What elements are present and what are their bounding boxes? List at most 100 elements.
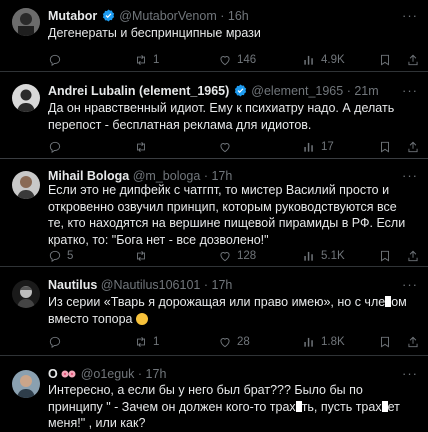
views-button[interactable]: 1.8K <box>302 334 345 350</box>
heart-icon <box>220 338 230 348</box>
tweet[interactable]: Andrei Lubalin (element_1965) @element_1… <box>0 72 428 159</box>
more-options-icon[interactable]: ··· <box>402 367 417 383</box>
tweet[interactable]: O @o1eguk · 17h ··· Интересно, а если бы… <box>0 356 428 430</box>
tweet-actions: 17 <box>48 139 420 155</box>
avatar[interactable] <box>12 8 40 36</box>
tweet-time[interactable]: 21m <box>354 84 378 98</box>
reply-count: 5 <box>67 250 74 262</box>
tweet-header: O @o1eguk · 17h <box>48 366 398 382</box>
separator-dot: · <box>220 9 225 23</box>
like-button[interactable]: 28 <box>218 334 250 350</box>
separator-dot: · <box>346 84 351 98</box>
tweet-text: Интересно, а если бы у него был брат??? … <box>48 382 414 432</box>
like-button[interactable]: 146 <box>218 52 256 68</box>
author-name[interactable]: Nautilus <box>48 278 97 292</box>
author-name[interactable]: O <box>48 367 58 381</box>
tweet-actions: 1 28 1.8K <box>48 334 420 350</box>
retweet-count: 1 <box>153 54 160 66</box>
reply-button[interactable] <box>48 334 67 350</box>
grinning-sweat-emoji-icon <box>135 312 148 325</box>
views-chart-icon <box>304 142 313 152</box>
reply-button[interactable] <box>48 139 67 155</box>
avatar[interactable] <box>12 280 40 308</box>
retweet-button[interactable]: 1 <box>134 52 159 68</box>
verified-badge-icon <box>234 84 247 99</box>
views-button[interactable]: 5.1K <box>302 248 345 264</box>
heart-icon <box>220 56 230 66</box>
tweet[interactable]: Mutabor @MutaborVenom · 16h ··· Дегенера… <box>0 0 428 72</box>
verified-badge-icon <box>102 9 115 24</box>
tweet-time[interactable]: 17h <box>212 278 233 292</box>
view-count: 4.9K <box>321 54 345 66</box>
view-count: 17 <box>321 141 334 153</box>
heart-icon <box>220 252 230 262</box>
author-name[interactable]: Mutabor <box>48 9 97 23</box>
tweet-time[interactable]: 17h <box>146 367 167 381</box>
bookmark-icon[interactable] <box>378 335 392 349</box>
separator-dot: · <box>203 169 208 183</box>
tweet[interactable]: Mihail Bologa @m_bologa · 17h ··· Если э… <box>0 159 428 267</box>
author-handle[interactable]: @Nautilus106101 <box>101 278 201 292</box>
author-name[interactable]: Mihail Bologa <box>48 169 129 183</box>
tweet-time[interactable]: 16h <box>228 9 249 23</box>
avatar[interactable] <box>12 171 40 199</box>
tweet-text: Из серии «Тварь я дорожащая или право им… <box>48 294 414 327</box>
tweet-actions: 5 128 5.1K <box>48 248 420 264</box>
flower-emoji-icon <box>61 367 77 381</box>
reply-icon <box>49 54 61 67</box>
retweet-button[interactable] <box>134 139 153 155</box>
tweet[interactable]: Nautilus @Nautilus106101 · 17h ··· Из се… <box>0 267 428 356</box>
retweet-icon <box>137 251 145 261</box>
views-chart-icon <box>304 337 313 347</box>
tweet-actions: 1 146 4.9K <box>48 52 420 68</box>
author-handle[interactable]: @MutaborVenom <box>119 9 216 23</box>
tweet-time[interactable]: 17h <box>211 169 232 183</box>
avatar[interactable] <box>12 84 40 112</box>
retweet-icon <box>137 55 145 65</box>
separator-dot: · <box>203 278 209 292</box>
bookmark-icon[interactable] <box>378 53 392 67</box>
reply-icon <box>49 250 61 263</box>
retweet-icon <box>137 337 145 347</box>
reply-button[interactable] <box>48 52 67 68</box>
share-icon[interactable] <box>406 53 420 67</box>
retweet-icon <box>137 142 145 152</box>
like-button[interactable] <box>218 139 237 155</box>
like-button[interactable]: 128 <box>218 248 256 264</box>
avatar[interactable] <box>12 370 40 398</box>
separator-dot: · <box>137 367 143 381</box>
author-handle[interactable]: @m_bologa <box>133 169 201 183</box>
share-icon[interactable] <box>406 140 420 154</box>
views-chart-icon <box>304 55 313 65</box>
author-name[interactable]: Andrei Lubalin (element_1965) <box>48 84 229 98</box>
like-count: 146 <box>237 54 257 66</box>
tweet-text: Да он нравственный идиот. Ему к психиатр… <box>48 101 395 132</box>
reply-icon <box>49 336 61 349</box>
heart-icon <box>220 143 230 153</box>
reply-icon <box>49 141 61 154</box>
view-count: 5.1K <box>321 250 345 262</box>
retweet-button[interactable]: 1 <box>134 334 159 350</box>
tweet-text-part: ть, пусть трах <box>301 399 382 414</box>
tweet-header: Nautilus @Nautilus106101 · 17h <box>48 277 398 293</box>
bookmark-icon[interactable] <box>378 140 392 154</box>
tweet-text: Если это не дипфейк с чатгпт, то мистер … <box>48 183 406 247</box>
tweet-text: Дегенераты и беспринципные мрази <box>48 26 261 40</box>
more-options-icon[interactable]: ··· <box>402 84 417 100</box>
share-icon[interactable] <box>406 249 420 263</box>
like-count: 128 <box>237 250 257 262</box>
like-count: 28 <box>237 336 250 348</box>
more-options-icon[interactable]: ··· <box>402 9 417 25</box>
tweet-header: Mutabor @MutaborVenom · 16h <box>48 8 398 24</box>
tweet-header: Andrei Lubalin (element_1965) @element_1… <box>48 83 398 99</box>
more-options-icon[interactable]: ··· <box>402 278 417 294</box>
bookmark-icon[interactable] <box>378 249 392 263</box>
retweet-count: 1 <box>153 336 160 348</box>
author-handle[interactable]: @o1eguk <box>81 367 135 381</box>
views-button[interactable]: 4.9K <box>302 52 345 68</box>
views-button[interactable]: 17 <box>302 139 334 155</box>
author-handle[interactable]: @element_1965 <box>251 84 343 98</box>
reply-button[interactable]: 5 <box>48 248 73 264</box>
retweet-button[interactable] <box>134 248 153 264</box>
share-icon[interactable] <box>406 335 420 349</box>
